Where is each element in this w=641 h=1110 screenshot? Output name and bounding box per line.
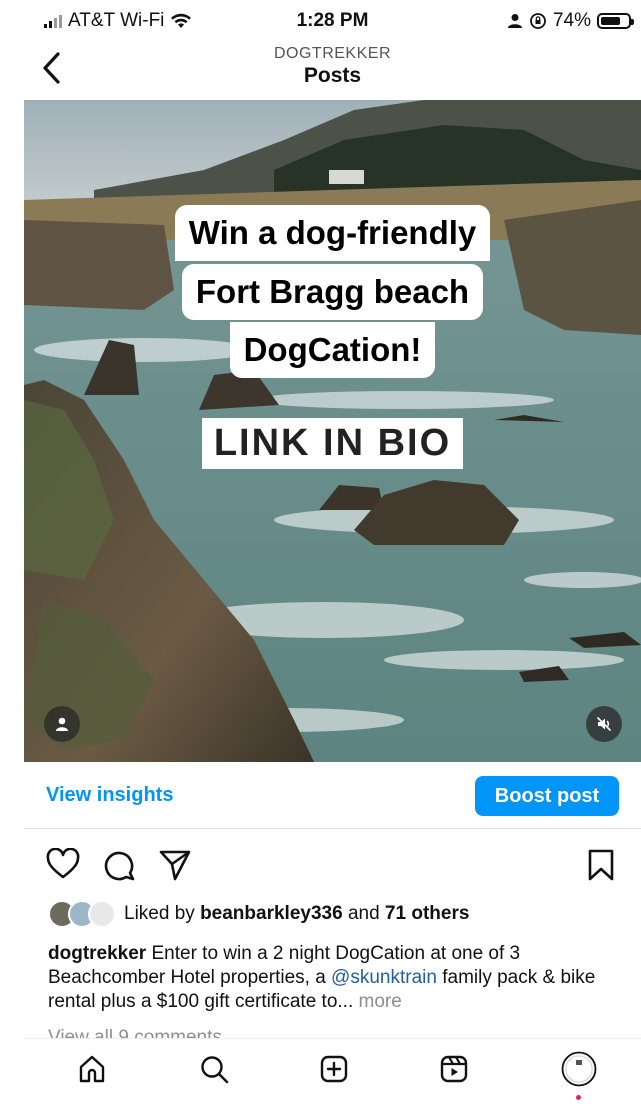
status-bar: AT&T Wi-Fi 1:28 PM 74% — [24, 0, 641, 40]
liked-by-prefix: Liked by — [124, 903, 195, 924]
orientation-lock-icon — [530, 13, 546, 29]
muted-speaker-icon — [597, 717, 611, 731]
boost-post-button[interactable]: Boost post — [475, 776, 619, 816]
link-in-bio-label: LINK IN BIO — [201, 418, 464, 469]
link-in-bio-wrap: LINK IN BIO — [24, 418, 641, 469]
mute-button[interactable] — [586, 706, 622, 742]
battery-percent: 74% — [552, 10, 591, 31]
liked-by-and: and — [347, 903, 380, 924]
insights-row: View insights Boost post — [24, 762, 641, 829]
share-icon[interactable] — [158, 848, 192, 882]
status-right: 74% — [507, 10, 634, 32]
person-status-icon — [507, 14, 522, 28]
headline-line-3: DogCation! — [229, 322, 436, 378]
post-media[interactable]: Win a dog-friendly Fort Bragg beach DogC… — [24, 100, 641, 762]
post-actions — [24, 842, 641, 892]
app-frame: AT&T Wi-Fi 1:28 PM 74% DOGTREKKER Posts … — [24, 0, 641, 1110]
headline-line-1: Win a dog-friendly — [174, 205, 491, 261]
bookmark-icon[interactable] — [586, 848, 616, 882]
bottom-tab-bar — [24, 1038, 641, 1110]
heart-icon[interactable] — [46, 848, 80, 880]
caption-username[interactable]: dogtrekker — [48, 943, 146, 964]
headline-line-1-wrap: Win a dog-friendly — [24, 205, 641, 261]
caption-more-link[interactable]: more — [359, 991, 402, 1012]
avatar — [88, 900, 116, 928]
tab-home[interactable] — [72, 1049, 112, 1089]
headline-line-3-wrap: DogCation! — [24, 322, 641, 378]
tab-new-post[interactable] — [314, 1049, 354, 1089]
view-insights-link[interactable]: View insights — [46, 784, 173, 807]
home-icon — [79, 1055, 105, 1083]
reels-icon — [440, 1055, 468, 1083]
post-caption: dogtrekker Enter to win a 2 night DogCat… — [48, 942, 623, 1014]
page-header: DOGTREKKER Posts — [24, 40, 641, 100]
headline-line-2-wrap: Fort Bragg beach — [24, 264, 641, 320]
search-icon — [201, 1056, 229, 1084]
tab-profile[interactable] — [559, 1049, 599, 1089]
liked-by-others[interactable]: 71 others — [385, 903, 469, 924]
liker-avatars — [48, 900, 116, 928]
headline-line-2: Fort Bragg beach — [181, 264, 484, 320]
profile-avatar — [561, 1051, 597, 1087]
new-post-icon — [320, 1055, 348, 1083]
liked-by-user[interactable]: beanbarkley336 — [200, 903, 343, 924]
likes-summary[interactable]: Liked by beanbarkley336 and 71 others — [48, 900, 469, 928]
tab-reels[interactable] — [434, 1049, 474, 1089]
tagged-people-button[interactable] — [44, 706, 80, 742]
page-title: Posts — [303, 64, 362, 87]
tab-search[interactable] — [194, 1049, 234, 1089]
person-icon — [56, 717, 68, 731]
comment-icon[interactable] — [102, 848, 136, 882]
notification-dot — [576, 1095, 581, 1100]
view-all-comments-link[interactable]: View all 9 comments — [48, 1024, 222, 1038]
caption-mention[interactable]: @skunktrain — [331, 967, 437, 988]
account-name: DOGTREKKER — [273, 45, 391, 62]
battery-icon — [597, 13, 634, 29]
